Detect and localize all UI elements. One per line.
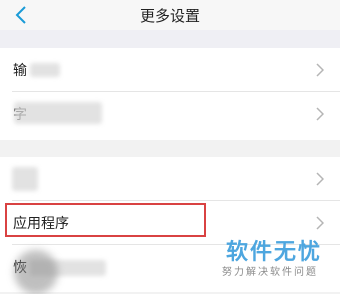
blurred-text xyxy=(30,63,60,77)
chevron-right-icon xyxy=(316,63,324,77)
blurred-text xyxy=(12,167,38,191)
settings-group-1: 输 字 xyxy=(0,48,340,140)
row-label: 输 xyxy=(13,63,27,79)
settings-row-blurred[interactable] xyxy=(0,157,340,201)
watermark-subtitle: 努力解决软件问题 xyxy=(222,267,318,278)
chevron-right-icon xyxy=(316,172,324,186)
blurred-text xyxy=(14,102,102,124)
highlight-box xyxy=(5,203,206,237)
chevron-right-icon xyxy=(316,107,324,121)
settings-row-input[interactable]: 输 xyxy=(0,48,340,92)
chevron-right-icon xyxy=(316,216,324,230)
section-gap xyxy=(0,30,340,48)
navigation-bar: 更多设置 xyxy=(0,0,340,30)
watermark-title: 软件无忧 xyxy=(225,240,322,265)
blurred-overlay xyxy=(14,250,58,294)
settings-row-font[interactable]: 字 xyxy=(0,92,340,136)
page-title: 更多设置 xyxy=(139,7,200,25)
